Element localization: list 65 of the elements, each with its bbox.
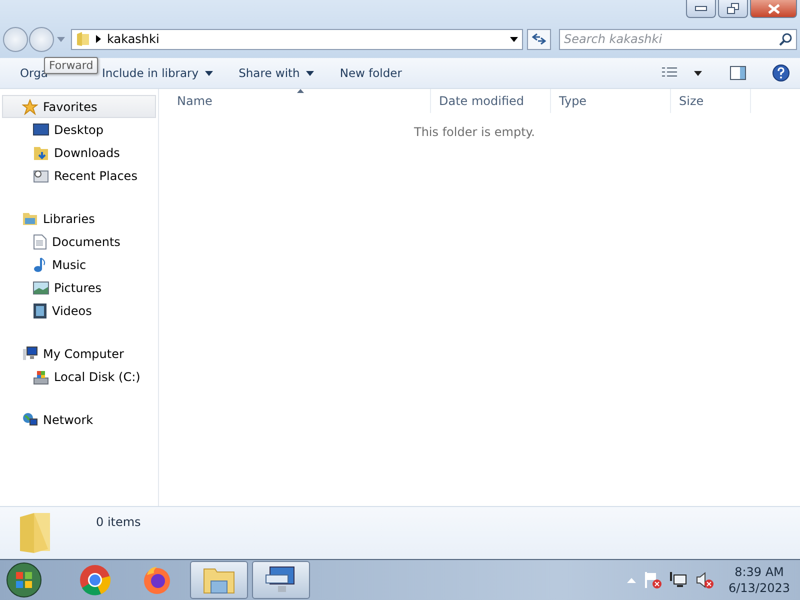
view-options-icon[interactable] [662,67,678,79]
music-icon [33,256,47,272]
toolbar-button[interactable]: Include in library [96,63,219,83]
sidebar-item[interactable]: Libraries [2,207,156,230]
close-button[interactable] [750,0,797,18]
minimize-button[interactable] [686,0,716,18]
network-icon[interactable] [670,571,688,589]
sidebar-item[interactable]: Music [2,253,156,276]
sidebar-item[interactable]: Favorites [2,95,156,118]
downloads-icon [33,144,49,160]
folder-icon [76,31,90,47]
caret-icon [306,70,314,76]
preview-pane-icon[interactable] [730,66,746,80]
start-button[interactable] [4,561,44,599]
document-icon [33,234,47,250]
browser-icon [142,565,172,595]
item-count: 0 items [96,515,141,529]
search-field[interactable]: Search kakashki [559,28,797,50]
taskbar-app-button[interactable] [252,561,310,599]
breadcrumb-arrow-icon [96,35,101,43]
caret-icon [204,70,213,76]
clock[interactable]: 8:39 AM 6/13/2023 [728,564,790,596]
flag-icon[interactable] [644,571,662,589]
address-bar[interactable]: kakashki [71,28,523,50]
restore-button[interactable] [718,0,748,18]
help-icon[interactable] [772,64,790,82]
empty-folder-message: This folder is empty. [413,125,536,139]
forward-button[interactable] [29,26,54,52]
browser-icon [79,564,111,596]
star-icon [22,98,38,114]
library-icon [22,212,38,226]
caret-icon[interactable] [510,36,518,42]
computer-icon [22,346,38,361]
minimize-icon [695,6,707,11]
sidebar-item[interactable]: Videos [2,299,156,322]
address-path: kakashki [107,32,160,46]
tooltip: Forward [44,57,98,74]
refresh-icon [532,33,546,45]
column-header[interactable]: Size [671,89,751,113]
network-icon [22,412,38,428]
disk-icon [33,368,49,384]
sidebar-item[interactable]: My Computer [2,342,156,365]
column-header[interactable]: Date modified [431,89,551,113]
close-icon [768,4,780,14]
pictures-icon [33,280,49,294]
sidebar-item[interactable]: Recent Places [2,164,156,187]
desktop-icon [33,122,49,136]
back-button[interactable] [3,26,28,52]
toolbar-button[interactable]: Share with [232,63,320,83]
refresh-button[interactable] [527,28,551,50]
recent-icon [33,168,49,184]
sidebar-item[interactable]: Local Disk (C:) [2,365,156,388]
sidebar-item[interactable]: Pictures [2,276,156,299]
column-header[interactable]: Type [551,89,671,113]
restore-icon [727,3,739,14]
search-icon[interactable] [779,32,792,46]
toolbar-button[interactable]: New folder [334,63,408,83]
sidebar-item[interactable]: Downloads [2,141,156,164]
sidebar-item[interactable]: Documents [2,230,156,253]
sort-arrow-icon [297,89,304,93]
videos-icon [33,302,47,318]
volume-muted-icon[interactable] [696,571,714,589]
caret-icon[interactable] [694,70,702,76]
sidebar-item[interactable]: Network [2,408,156,431]
sidebar-item[interactable]: Desktop [2,118,156,141]
